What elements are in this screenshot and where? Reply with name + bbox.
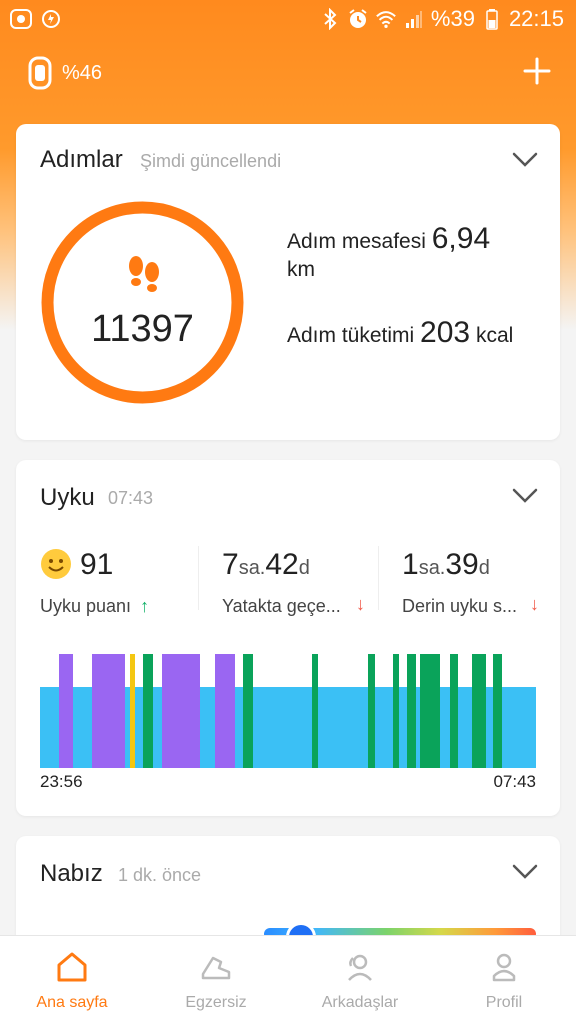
awake-segment — [59, 654, 73, 768]
profile-icon — [492, 953, 516, 982]
signal-icon — [403, 7, 425, 31]
wifi-icon — [375, 7, 397, 31]
chevron-down-icon[interactable] — [512, 152, 538, 168]
battery-percent: %39 — [430, 6, 475, 31]
steps-updated-text: Şimdi güncellendi — [140, 151, 282, 171]
steps-title: Adımlar — [40, 146, 123, 173]
step-distance: Adım mesafesi 6,94 — [287, 222, 490, 256]
awake-segment — [215, 654, 235, 768]
time-in-bed: 7sa.42d — [222, 548, 310, 582]
nav-profile-label: Profil — [485, 994, 523, 1011]
deep-segment — [393, 654, 399, 768]
sleep-title: Uyku — [40, 484, 95, 511]
deep-segment — [450, 654, 458, 768]
deep-segment — [407, 654, 416, 768]
deep-segment — [368, 654, 375, 768]
down-arrow-icon: ↓ — [356, 594, 365, 614]
time-in-bed-label: Yatakta geçe... — [222, 596, 341, 616]
sleep-score-text: Uyku puanı — [40, 596, 132, 616]
deep-segment — [472, 654, 486, 768]
bed-minutes: 42 — [265, 548, 299, 581]
header: %46 — [0, 50, 576, 98]
calories-value: 203 — [420, 316, 471, 349]
distance-value: 6,94 — [431, 222, 491, 255]
chevron-down-icon[interactable] — [512, 864, 538, 880]
bottom-navigation: Ana sayfa Egzersiz Arkadaşlar Profil — [0, 935, 576, 1025]
nav-home[interactable]: Ana sayfa — [0, 936, 144, 1025]
deep-hours-unit: sa. — [418, 557, 446, 579]
deep-segment — [312, 654, 318, 768]
sleep-start-time: 23:56 — [40, 772, 83, 791]
nav-profile[interactable]: Profil — [432, 936, 576, 1025]
nav-workout-label: Egzersiz — [185, 994, 247, 1011]
calories-label: Adım tüketimi — [287, 324, 415, 347]
deep-minutes-unit: d — [478, 557, 490, 579]
sleep-end-time: 07:43 — [108, 488, 154, 508]
nav-friends-label: Arkadaşlar — [321, 994, 399, 1011]
smiley-face-icon — [41, 549, 71, 579]
charging-notification-icon — [40, 8, 62, 30]
sleep-end-time-label: 07:43 — [493, 772, 536, 791]
alarm-icon — [347, 7, 369, 31]
steps-progress-ring — [41, 201, 244, 404]
sleep-score: 91 — [80, 548, 113, 582]
distance-label: Adım mesafesi — [287, 230, 426, 253]
band-battery-level: %46 — [62, 62, 103, 84]
add-button[interactable] — [522, 56, 552, 86]
bed-hours-unit: sa. — [238, 557, 266, 579]
clock-time: 22:15 — [508, 6, 564, 31]
deep-sleep: 1sa.39d — [402, 548, 490, 582]
heart-rate-title: Nabız — [40, 860, 103, 887]
sleep-score-label: Uyku puanı ↑ — [40, 596, 149, 617]
steps-count: 11397 — [91, 308, 194, 350]
metric-divider — [198, 546, 199, 610]
sleep-card[interactable]: Uyku 07:43 91 Uyku puanı ↑ 7sa.42d Yatak… — [16, 460, 560, 816]
sleep-stages-chart[interactable] — [40, 652, 536, 768]
step-calories: Adım tüketimi 203 kcal — [287, 316, 513, 350]
friends-icon — [348, 954, 372, 981]
deep-hours: 1 — [402, 548, 419, 581]
up-arrow-icon: ↑ — [140, 596, 150, 616]
deep-segment — [143, 654, 153, 768]
steps-card[interactable]: Adımlar Şimdi güncellendi 11397 Adım mes… — [16, 124, 560, 440]
deep-sleep-label: Derin uyku s... — [402, 596, 518, 616]
calories-unit: kcal — [475, 324, 514, 347]
home-icon — [57, 952, 87, 982]
bed-hours: 7 — [222, 548, 239, 581]
distance-unit: km — [287, 258, 315, 281]
shoe-icon — [201, 956, 231, 980]
rem-segment — [130, 654, 135, 768]
chevron-down-icon[interactable] — [512, 488, 538, 504]
deep-segment — [243, 654, 253, 768]
distance-unit-line: km — [287, 258, 315, 282]
awake-segment — [162, 654, 200, 768]
nav-friends[interactable]: Arkadaşlar — [288, 936, 432, 1025]
deep-minutes: 39 — [445, 548, 479, 581]
down-arrow-icon: ↓ — [530, 594, 539, 614]
deep-segment — [493, 654, 502, 768]
footsteps-icon — [129, 256, 159, 292]
app-notification-icon — [10, 8, 32, 30]
status-bar: %39 22:15 — [0, 0, 576, 40]
heart-rate-updated: 1 dk. önce — [118, 865, 202, 885]
battery-icon — [481, 7, 503, 31]
bed-minutes-unit: d — [298, 557, 310, 579]
metric-divider — [378, 546, 379, 610]
band-icon[interactable] — [26, 56, 54, 90]
nav-home-label: Ana sayfa — [36, 994, 108, 1011]
deep-segment — [420, 654, 440, 768]
nav-workout[interactable]: Egzersiz — [144, 936, 288, 1025]
bluetooth-icon — [319, 7, 341, 31]
awake-segment — [92, 654, 125, 768]
sleep-score-value: 91 — [80, 548, 114, 581]
